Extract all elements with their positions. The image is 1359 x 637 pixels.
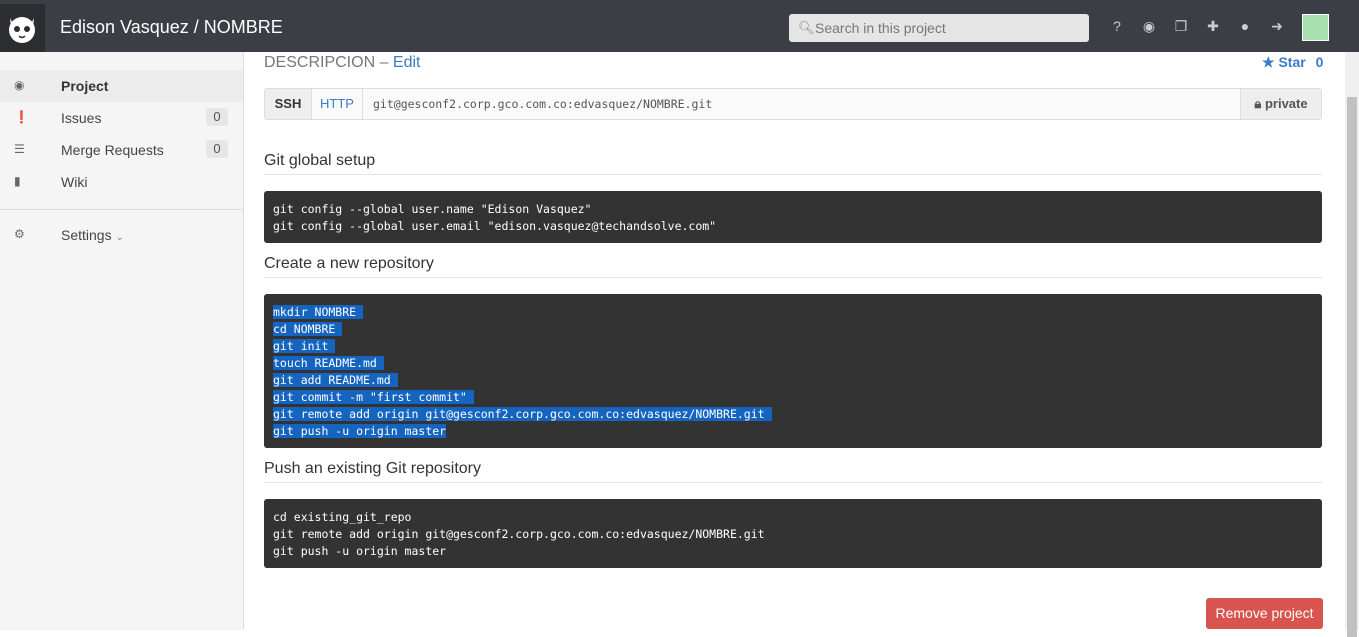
- book-icon: ▮: [14, 174, 21, 188]
- star-label: Star: [1278, 54, 1306, 70]
- chevron-down-icon: ⌄: [115, 232, 124, 243]
- ssh-button[interactable]: SSH: [265, 89, 312, 119]
- top-navbar: Edison Vasquez / NOMBRE 🔍︎ Search in thi…: [0, 0, 1359, 52]
- star-icon: ★: [1262, 54, 1275, 70]
- sidebar-item-label: Wiki: [61, 174, 88, 190]
- clone-url-input[interactable]: git@gesconf2.corp.gco.com.co:edvasquez/N…: [373, 89, 712, 119]
- sidebar-item-issues[interactable]: ❗ Issues 0: [0, 102, 243, 134]
- remove-project-button[interactable]: Remove project: [1206, 598, 1323, 629]
- visibility-badge: 🔒︎ private: [1240, 89, 1321, 119]
- code-line: git config --global user.name "Edison Va…: [273, 202, 592, 216]
- sidebar-divider: [0, 209, 243, 210]
- sidebar: ◉ Project ❗ Issues 0 ☰ Merge Requests 0 …: [0, 52, 244, 630]
- avatar[interactable]: [1302, 14, 1329, 41]
- sidebar-item-label: Issues: [61, 110, 102, 126]
- project-title[interactable]: Edison Vasquez / NOMBRE: [60, 17, 283, 38]
- help-icon[interactable]: ?: [1108, 18, 1126, 35]
- issues-count-badge: 0: [206, 108, 228, 126]
- cogs-icon: ⚙: [14, 227, 25, 241]
- sidebar-item-project[interactable]: ◉ Project: [0, 70, 243, 102]
- dashboard-icon: ◉: [14, 78, 25, 92]
- sidebar-item-label: Project: [61, 78, 109, 94]
- code-line: git push -u origin master: [273, 544, 447, 558]
- lock-icon: 🔒︎: [1254, 96, 1262, 111]
- section-title-existing-repository: Push an existing Git repository: [264, 460, 1322, 483]
- code-line: git config --global user.email "edison.v…: [273, 219, 717, 233]
- merge-requests-count-badge: 0: [206, 140, 228, 158]
- sidebar-item-label: Merge Requests: [61, 142, 164, 158]
- edit-description-link[interactable]: Edit: [393, 54, 421, 71]
- section-title-global-setup: Git global setup: [264, 152, 1322, 175]
- code-block-global-setup: git config --global user.name "Edison Va…: [264, 191, 1322, 243]
- star-button[interactable]: ★ Star 0: [1262, 54, 1323, 71]
- search-input[interactable]: 🔍︎ Search in this project: [789, 14, 1089, 42]
- main-content: DESCRIPCION – Edit ★ Star 0 SSH HTTP git…: [244, 52, 1344, 630]
- sidebar-item-wiki[interactable]: ▮ Wiki: [0, 166, 243, 198]
- sidebar-item-merge-requests[interactable]: ☰ Merge Requests 0: [0, 134, 243, 166]
- copy-icon[interactable]: ❐: [1172, 18, 1190, 35]
- code-line: cd NOMBRE: [273, 322, 343, 336]
- section-title-new-repository: Create a new repository: [264, 255, 1322, 278]
- fox-logo-icon: [9, 17, 35, 43]
- user-icon[interactable]: ●: [1236, 18, 1254, 35]
- code-line: git add README.md: [273, 373, 398, 387]
- clone-panel: SSH HTTP git@gesconf2.corp.gco.com.co:ed…: [264, 88, 1322, 120]
- search-placeholder: Search in this project: [815, 20, 946, 36]
- exclamation-circle-icon: ❗: [14, 110, 29, 124]
- code-line: mkdir NOMBRE: [273, 305, 364, 319]
- search-icon: 🔍︎: [798, 20, 815, 35]
- sign-out-icon[interactable]: ➜: [1268, 18, 1286, 35]
- code-line: touch README.md: [273, 356, 384, 370]
- plus-icon[interactable]: ✚: [1204, 18, 1222, 35]
- gitlab-logo[interactable]: [0, 4, 45, 52]
- scrollbar-thumb[interactable]: [1347, 97, 1357, 637]
- page-scrollbar[interactable]: [1345, 52, 1359, 637]
- code-line: git init: [273, 339, 336, 353]
- list-icon: ☰: [14, 142, 25, 156]
- http-button[interactable]: HTTP: [312, 89, 363, 119]
- globe-icon[interactable]: ◉: [1140, 18, 1158, 35]
- code-line: git push -u origin master: [273, 424, 447, 438]
- code-line: cd existing_git_repo: [273, 510, 412, 524]
- code-line: git remote add origin git@gesconf2.corp.…: [273, 527, 765, 541]
- code-line: git remote add origin git@gesconf2.corp.…: [273, 407, 772, 421]
- sidebar-item-settings[interactable]: ⚙ Settings ⌄: [0, 219, 243, 251]
- star-count: 0: [1315, 54, 1324, 70]
- code-line: git commit -m "first commit": [273, 390, 474, 404]
- code-block-existing-repository: cd existing_git_repo git remote add orig…: [264, 499, 1322, 568]
- project-description: DESCRIPCION – Edit: [264, 54, 421, 71]
- code-block-new-repository: mkdir NOMBRE cd NOMBRE git init touch RE…: [264, 294, 1322, 448]
- sidebar-item-label: Settings ⌄: [61, 227, 124, 243]
